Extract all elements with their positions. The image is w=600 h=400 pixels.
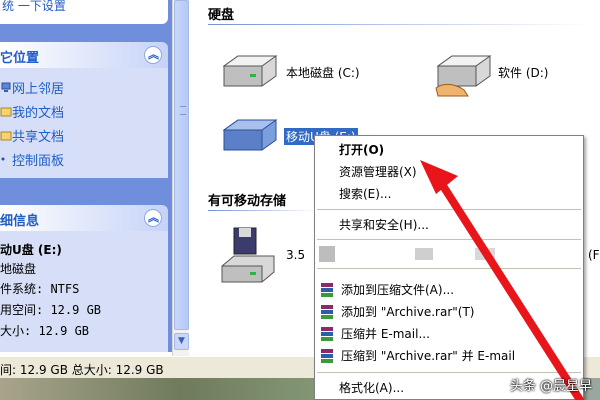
menu-separator: [317, 372, 581, 373]
link-network-places[interactable]: 网上邻居: [0, 78, 65, 97]
details-free-space: 用空间: 12.9 GB: [0, 303, 102, 317]
scrollbar-thumb[interactable]: [174, 0, 189, 330]
menu-item-format[interactable]: 格式化(A)...: [339, 378, 404, 398]
scrollbar-grip-icon: [180, 106, 186, 115]
winrar-icon: [321, 349, 333, 363]
context-menu: 打开(O) 资源管理器(X) 搜索(E)... 共享和安全(H)... 添加到压…: [314, 135, 584, 400]
details-filesystem: 件系统: NTFS: [0, 282, 80, 296]
watermark: 头条 @晨星早: [509, 379, 592, 394]
link-control-panel-label: 控制面板: [12, 153, 65, 169]
details-drive-name: 动U盘 (E:): [0, 243, 62, 257]
details-header[interactable]: 细信息 ︽: [0, 205, 168, 231]
floppy-drive-icon: [221, 227, 275, 283]
other-places-header[interactable]: 它位置 ︽: [0, 42, 168, 68]
drive-c[interactable]: 本地磁盘 (C:): [220, 52, 360, 95]
menu-item-add-to-archive-rar[interactable]: 添加到 "Archive.rar"(T): [341, 302, 474, 322]
details-body: 动U盘 (E:) 地磁盘 件系统: NTFS 用空间: 12.9 GB 大小: …: [0, 231, 168, 352]
menu-item-search[interactable]: 搜索(E)...: [339, 184, 391, 204]
chevron-up-icon: ︽: [148, 211, 159, 224]
status-text: 间: 12.9 GB 总大小: 12.9 GB: [0, 363, 164, 377]
link-shared-documents[interactable]: 共享文档: [0, 126, 65, 145]
link-my-documents-label: 我的文档: [12, 105, 65, 121]
menu-item-compress-rar-email[interactable]: 压缩到 "Archive.rar" 并 E-mail: [341, 346, 515, 366]
winrar-icon: [321, 283, 333, 297]
redacted-icon: [319, 246, 335, 262]
drive-d[interactable]: 软件 (D:): [434, 52, 548, 101]
removable-storage-divider: [208, 210, 318, 211]
details-title: 细信息: [0, 214, 40, 229]
drive-c-label: 本地磁盘 (C:): [286, 66, 360, 80]
scroll-down-arrow-icon[interactable]: ▼: [174, 333, 189, 350]
redacted-text: [415, 248, 433, 260]
details-total-size: 大小: 12.9 GB: [0, 324, 90, 338]
menu-item-add-to-archive[interactable]: 添加到压缩文件(A)...: [341, 280, 454, 300]
usb-drive-icon: [222, 119, 278, 151]
hard-disks-divider: [208, 24, 588, 25]
winrar-icon: [321, 327, 333, 341]
drive-e[interactable]: 移动U盘 (E:): [220, 116, 358, 159]
task-pane-scrollbar[interactable]: ▼: [172, 0, 189, 356]
menu-item-explore[interactable]: 资源管理器(X): [339, 162, 417, 182]
winrar-icon: [321, 305, 333, 319]
link-my-documents[interactable]: 我的文档: [0, 102, 65, 121]
menu-separator: [317, 209, 581, 210]
documents-folder-icon: [0, 107, 12, 117]
network-icon: [1, 82, 11, 92]
menu-item-compress-email[interactable]: 压缩并 E-mail...: [341, 324, 430, 344]
system-tasks-fragment[interactable]: 统 一下设置: [2, 0, 66, 14]
system-tasks-group: 统 一下设置: [0, 0, 168, 24]
removable-storage-title: 有可移动存储: [208, 194, 287, 209]
chevron-up-icon: ︽: [148, 48, 159, 61]
drive-floppy-letter: (F:: [588, 248, 600, 262]
shared-folder-icon: [0, 131, 12, 141]
hard-disks-title: 硬盘: [208, 8, 235, 23]
control-panel-icon: [1, 157, 5, 161]
collapse-details-button[interactable]: ︽: [144, 209, 162, 227]
menu-item-sharing-security[interactable]: 共享和安全(H)...: [339, 215, 429, 235]
menu-separator: [317, 239, 581, 240]
hard-drive-icon: [222, 55, 278, 87]
redacted-text: [475, 248, 495, 260]
details-drive-type: 地磁盘: [0, 262, 37, 276]
menu-item-open[interactable]: 打开(O): [339, 140, 384, 160]
link-control-panel[interactable]: 控制面板: [0, 150, 65, 169]
drive-d-label: 软件 (D:): [498, 66, 549, 80]
task-pane: 统 一下设置 它位置 ︽ 网上邻居 我的文档 共享文档 控制面板 细信息 ︽ 动…: [0, 0, 172, 352]
drive-floppy[interactable]: 3.5: [220, 226, 305, 289]
other-places-title: 它位置: [0, 51, 40, 66]
link-shared-documents-label: 共享文档: [12, 129, 65, 145]
link-network-places-label: 网上邻居: [12, 81, 65, 97]
drive-floppy-label: 3.5: [286, 248, 306, 262]
menu-separator: [317, 268, 581, 269]
other-places-body: 网上邻居 我的文档 共享文档 控制面板: [0, 68, 168, 178]
collapse-other-places-button[interactable]: ︽: [144, 46, 162, 64]
shared-hard-drive-icon: [435, 55, 492, 97]
